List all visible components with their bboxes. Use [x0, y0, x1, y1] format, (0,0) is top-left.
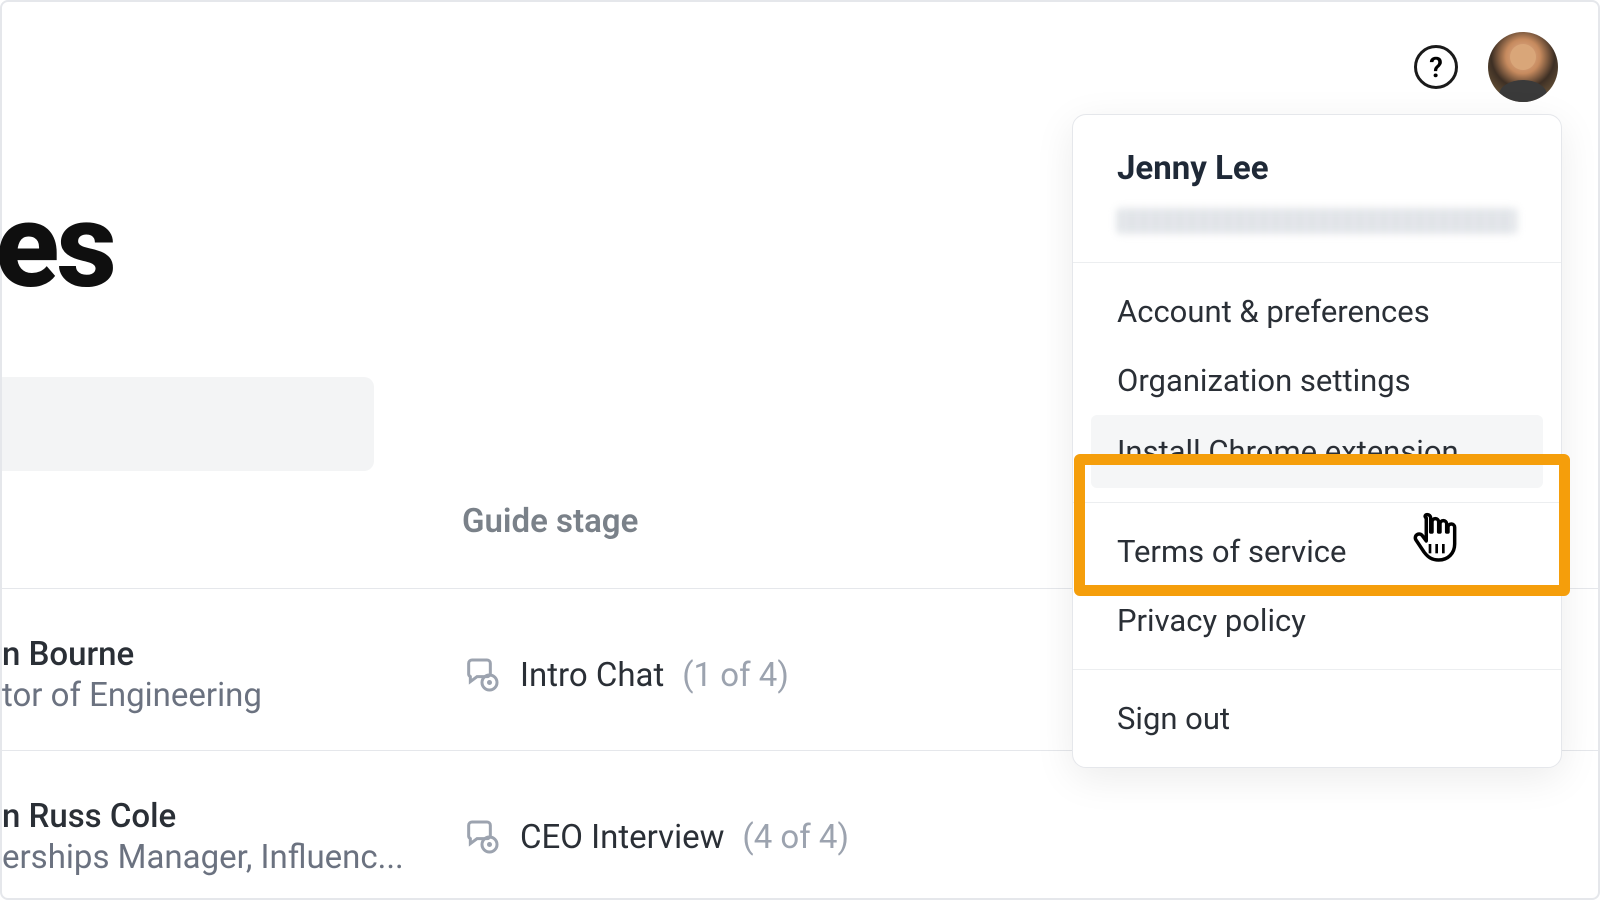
menu-item-organization-settings[interactable]: Organization settings — [1073, 346, 1561, 415]
menu-item-install-chrome-extension[interactable]: Install Chrome extension — [1091, 415, 1543, 488]
search-input[interactable] — [2, 377, 374, 471]
user-name: Jenny Lee — [1117, 149, 1517, 188]
dropdown-section: Sign out — [1073, 670, 1561, 767]
candidate-role: tor of Engineering — [2, 676, 262, 715]
chat-bubble-icon — [462, 655, 502, 695]
candidate-name: n Russ Cole — [2, 797, 404, 836]
user-email-redacted — [1117, 208, 1517, 234]
menu-item-privacy-policy[interactable]: Privacy policy — [1073, 586, 1561, 655]
dropdown-header: Jenny Lee — [1073, 115, 1561, 263]
dropdown-section: Terms of service Privacy policy — [1073, 503, 1561, 669]
help-icon-glyph: ? — [1429, 51, 1443, 84]
column-header-guide-stage: Guide stage — [462, 502, 638, 541]
candidate-role: erships Manager, Influenc... — [2, 838, 404, 877]
stage-cell: Intro Chat (1 of 4) — [462, 655, 789, 695]
row-identity: n Russ Cole erships Manager, Influenc... — [42, 797, 404, 877]
help-icon[interactable]: ? — [1414, 45, 1458, 89]
dropdown-section: Account & preferences Organization setti… — [1073, 263, 1561, 502]
stage-cell: CEO Interview (4 of 4) — [462, 817, 849, 857]
stage-name: Intro Chat — [520, 656, 664, 695]
menu-item-account-preferences[interactable]: Account & preferences — [1073, 277, 1561, 346]
candidate-name: n Bourne — [2, 635, 262, 674]
top-bar: ? — [1374, 2, 1598, 132]
row-identity: n Bourne tor of Engineering — [42, 635, 262, 715]
stage-progress: (1 of 4) — [682, 656, 789, 695]
stage-progress: (4 of 4) — [742, 818, 849, 857]
user-menu-dropdown: Jenny Lee Account & preferences Organiza… — [1072, 114, 1562, 768]
page-title: des — [0, 177, 114, 315]
stage-name: CEO Interview — [520, 818, 724, 857]
table-row[interactable]: n Russ Cole erships Manager, Influenc...… — [2, 762, 1598, 912]
menu-item-sign-out[interactable]: Sign out — [1073, 684, 1561, 753]
chat-bubble-icon — [462, 817, 502, 857]
avatar[interactable] — [1488, 32, 1558, 102]
menu-item-terms-of-service[interactable]: Terms of service — [1073, 517, 1561, 586]
